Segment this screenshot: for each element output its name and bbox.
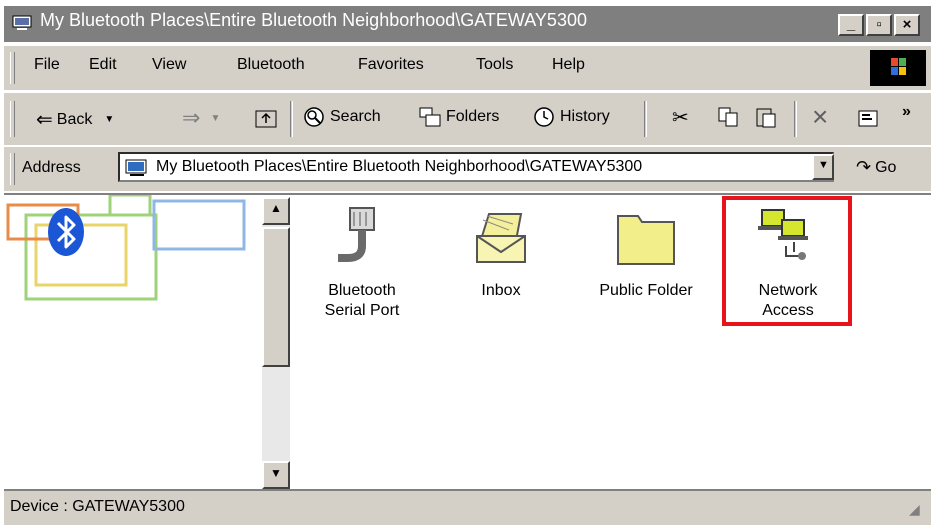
history-icon: [534, 107, 554, 127]
cut-button[interactable]: ✂: [672, 105, 696, 131]
menu-bar: File Edit View Bluetooth Favorites Tools…: [4, 46, 931, 90]
item-label: Network Access: [758, 282, 818, 319]
delete-button[interactable]: ×: [812, 103, 838, 131]
properties-icon: [858, 110, 878, 127]
windows-flag-icon: [891, 58, 906, 75]
item-bluetooth-serial-port[interactable]: Bluetooth Serial Port: [302, 206, 422, 321]
item-public-folder[interactable]: Public Folder: [586, 206, 706, 301]
chevron-down-icon: ▼: [104, 114, 115, 125]
windows-logo: [870, 50, 926, 86]
title-bar[interactable]: My Bluetooth Places\Entire Bluetooth Nei…: [4, 6, 931, 42]
bluetooth-icon: [48, 208, 84, 256]
toolbar-separator: [794, 101, 797, 137]
window-title: My Bluetooth Places\Entire Bluetooth Nei…: [40, 10, 587, 30]
item-label: Inbox: [481, 282, 521, 299]
toolbar-separator: [290, 101, 293, 137]
close-button[interactable]: ×: [894, 14, 920, 36]
up-folder-button[interactable]: [254, 103, 280, 131]
scissors-icon: ✂: [672, 107, 689, 129]
item-label: Bluetooth Serial Port: [324, 282, 400, 319]
address-field[interactable]: My Bluetooth Places\Entire Bluetooth Nei…: [118, 152, 834, 182]
bluetooth-banner: [6, 193, 246, 301]
copy-button[interactable]: [716, 105, 740, 131]
item-inbox[interactable]: Inbox: [441, 206, 561, 301]
item-label: Public Folder: [599, 282, 693, 299]
menu-tools[interactable]: Tools: [476, 56, 513, 74]
chevron-down-icon: ▼: [818, 159, 829, 171]
folders-icon: [419, 107, 441, 127]
serial-port-icon: [338, 207, 375, 262]
properties-button[interactable]: [856, 105, 880, 131]
maximize-button[interactable]: ▫: [866, 14, 892, 36]
address-grip: [10, 153, 15, 185]
chevron-down-icon: ▼: [210, 112, 221, 124]
up-folder-icon: [255, 110, 277, 128]
back-button[interactable]: ⇐ Back ▼: [36, 107, 114, 132]
menu-view[interactable]: View: [152, 56, 186, 74]
menu-grip: [10, 52, 15, 84]
folder-icon: [617, 215, 675, 265]
address-value: My Bluetooth Places\Entire Bluetooth Nei…: [156, 158, 643, 175]
folders-button[interactable]: Folders: [418, 105, 499, 129]
resize-grip-icon[interactable]: ◢: [909, 501, 920, 518]
vertical-scrollbar[interactable]: ▲ ▼: [262, 197, 290, 489]
delete-x-icon: ×: [812, 101, 829, 132]
go-button[interactable]: ↷ Go: [856, 157, 896, 178]
search-icon: [304, 107, 324, 127]
forward-arrow-icon: ⇒: [182, 105, 201, 130]
forward-button[interactable]: ⇒ ▼: [182, 105, 220, 131]
toolbar-separator: [644, 101, 647, 137]
item-network-access[interactable]: Network Access: [728, 206, 848, 321]
menu-file[interactable]: File: [34, 56, 60, 74]
info-pane: [4, 193, 262, 489]
go-arrow-icon: ↷: [856, 157, 872, 177]
paste-icon: [756, 108, 776, 128]
chevron-down-icon: ▼: [270, 466, 282, 480]
inbox-icon: [476, 213, 526, 263]
scroll-thumb[interactable]: [262, 227, 290, 367]
search-button[interactable]: Search: [302, 105, 381, 129]
menu-favorites[interactable]: Favorites: [358, 56, 424, 74]
history-button[interactable]: History: [532, 105, 610, 129]
status-text: Device : GATEWAY5300: [10, 498, 185, 515]
address-bar: Address My Bluetooth Places\Entire Bluet…: [4, 146, 931, 191]
standard-toolbar: ⇐ Back ▼ ⇒ ▼ Search Folders History ✂ × …: [4, 92, 931, 145]
computer-icon: [125, 159, 147, 176]
back-arrow-icon: ⇐: [36, 109, 53, 131]
address-label: Address: [22, 159, 81, 176]
toolbar-overflow-chevron[interactable]: »: [902, 103, 911, 121]
paste-button[interactable]: [754, 105, 778, 131]
scroll-up-button[interactable]: ▲: [262, 197, 290, 225]
chevron-up-icon: ▲: [270, 201, 282, 215]
menu-edit[interactable]: Edit: [89, 56, 117, 74]
computer-icon: [12, 15, 32, 30]
toolbar-grip: [10, 101, 15, 137]
copy-icon: [718, 107, 738, 127]
network-access-icon: [758, 209, 808, 260]
menu-help[interactable]: Help: [552, 56, 585, 74]
menu-bluetooth[interactable]: Bluetooth: [237, 56, 305, 74]
address-dropdown-button[interactable]: ▼: [812, 154, 834, 180]
minimize-button[interactable]: _: [838, 14, 864, 36]
status-bar: Device : GATEWAY5300 ◢: [4, 489, 931, 525]
scroll-down-button[interactable]: ▼: [262, 461, 290, 489]
